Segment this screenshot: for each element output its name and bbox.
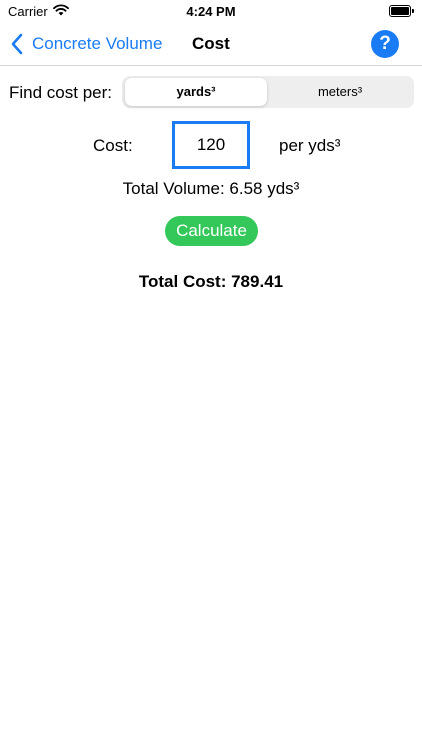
status-bar: Carrier 4:24 PM: [0, 0, 422, 22]
total-volume-text: Total Volume: 6.58 yds³: [122, 179, 300, 198]
unit-segmented-control: yards³ meters³: [122, 76, 414, 108]
segment-yards[interactable]: yards³: [125, 78, 267, 106]
calculate-button[interactable]: Calculate: [165, 216, 258, 246]
total-cost-text: Total Cost: 789.41: [138, 272, 284, 291]
navigation-bar: Concrete Volume Cost ?: [0, 22, 422, 66]
status-time: 4:24 PM: [186, 4, 236, 19]
chevron-left-icon: [11, 33, 23, 55]
cost-label: Cost:: [93, 136, 133, 155]
segment-meters[interactable]: meters³: [269, 78, 411, 106]
find-cost-per-label: Find cost per:: [9, 83, 112, 102]
battery-icon: [389, 5, 414, 17]
question-mark-icon: ?: [379, 33, 391, 54]
page-title: Cost: [192, 34, 230, 53]
cost-input[interactable]: [172, 121, 250, 169]
back-button-label: Concrete Volume: [32, 34, 163, 53]
back-button[interactable]: Concrete Volume: [10, 32, 162, 56]
per-unit-label: per yds³: [279, 136, 341, 155]
help-button[interactable]: ?: [371, 30, 399, 58]
